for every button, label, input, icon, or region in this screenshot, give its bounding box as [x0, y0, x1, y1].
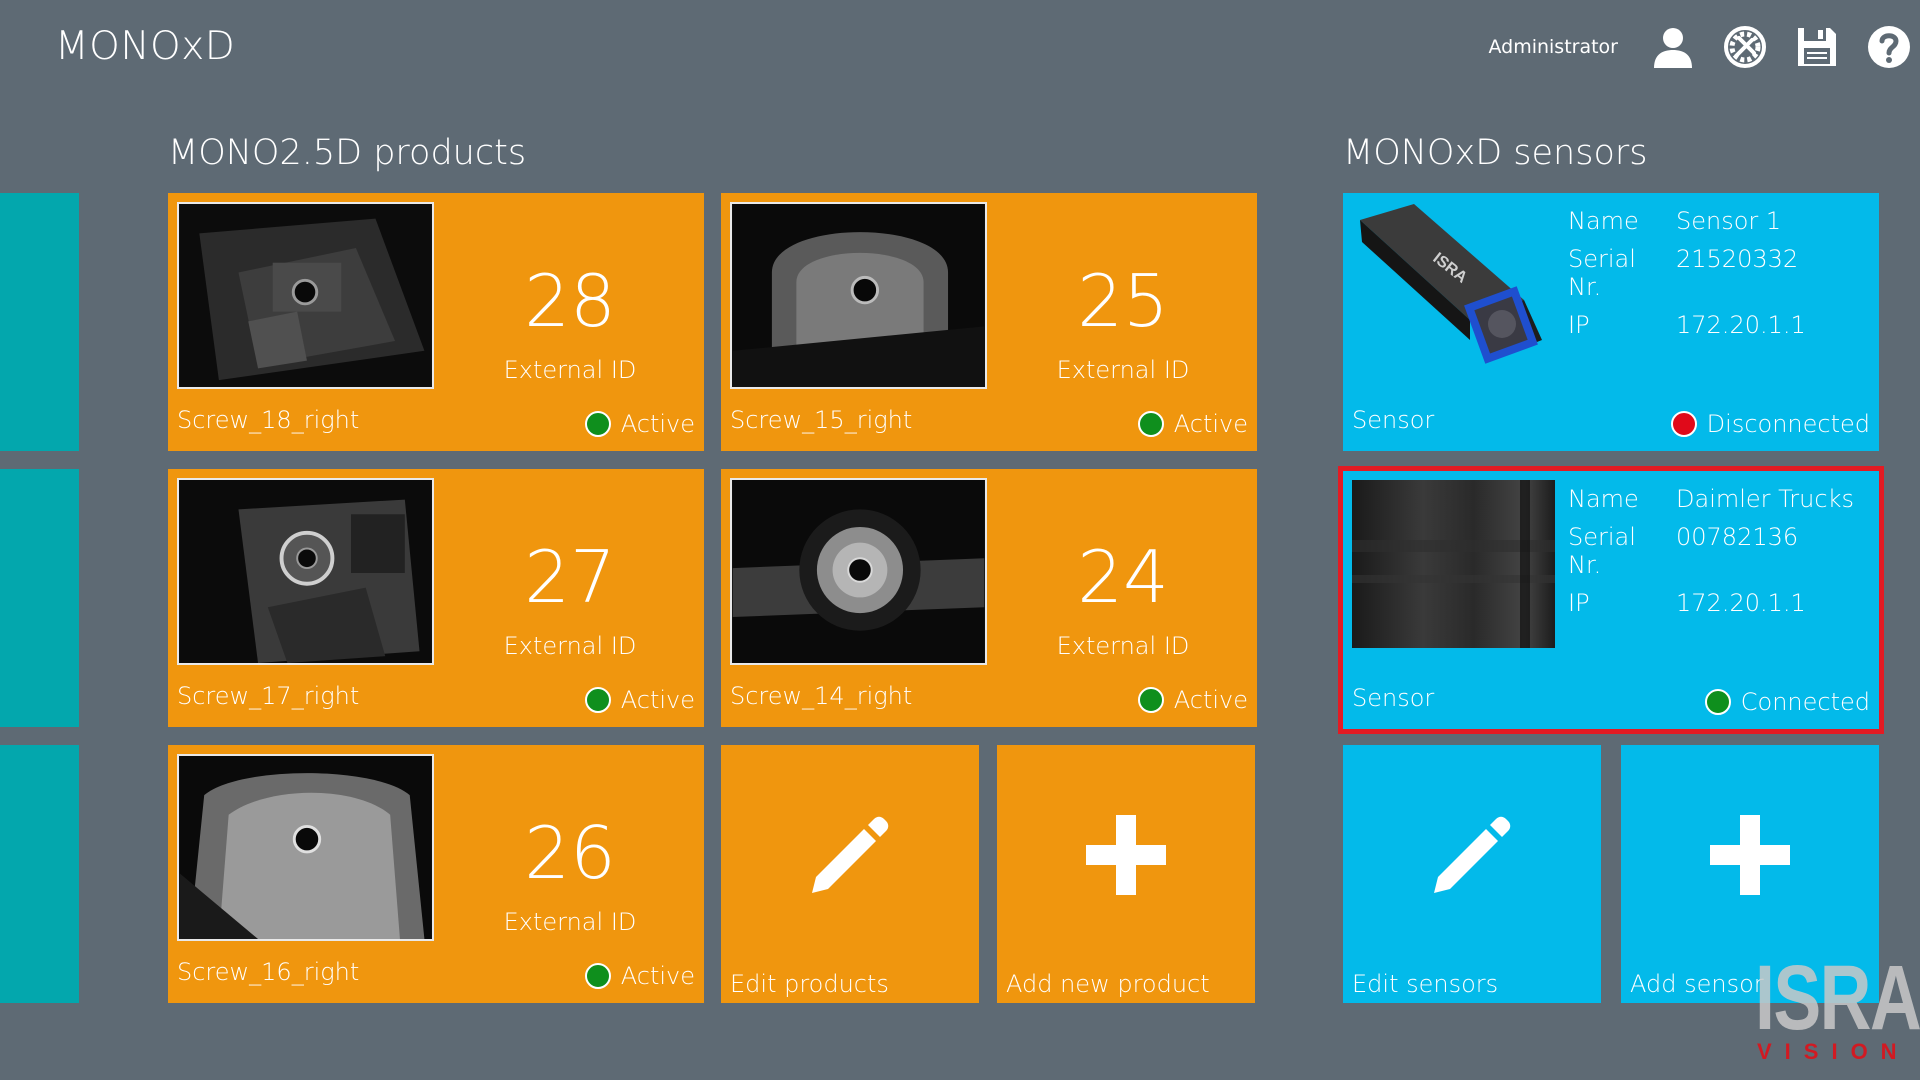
external-id-value: 24 — [1077, 535, 1169, 619]
status-text: Active — [620, 962, 695, 990]
external-id-caption: External ID — [1056, 356, 1190, 384]
status-text: Active — [620, 410, 695, 438]
product-tile[interactable]: 24 External ID Screw_14_right Active — [721, 469, 1257, 727]
product-tile[interactable]: 27 External ID Screw_17_right Active — [168, 469, 704, 727]
external-id-caption: External ID — [503, 356, 637, 384]
app-title: MONOxD — [55, 24, 236, 69]
product-status: Active — [1137, 686, 1248, 714]
external-id-caption: External ID — [503, 908, 637, 936]
product-name: Screw_14_right — [730, 682, 913, 710]
edit-sensors-label: Edit sensors — [1352, 970, 1499, 998]
sensor-ip: 172.20.1.1 — [1676, 311, 1806, 339]
plus-icon — [1710, 815, 1790, 895]
external-id-value: 26 — [524, 811, 616, 895]
product-name: Screw_15_right — [730, 406, 913, 434]
sensor-label: Sensor — [1352, 406, 1435, 434]
product-tile[interactable]: 25 External ID Screw_15_right Active — [721, 193, 1257, 451]
product-image — [177, 202, 434, 389]
product-tile[interactable]: 28 External ID Screw_18_right Active — [168, 193, 704, 451]
product-image — [177, 754, 434, 941]
status-text: Disconnected — [1706, 410, 1870, 438]
edit-sensors-button[interactable]: Edit sensors — [1343, 745, 1601, 1003]
product-status: Active — [584, 962, 695, 990]
brand-sub: VISION — [1757, 1039, 1910, 1064]
status-text: Active — [1173, 410, 1248, 438]
side-tile[interactable] — [0, 745, 79, 1003]
user-icon[interactable] — [1648, 22, 1698, 72]
status-text: Active — [620, 686, 695, 714]
product-name: Screw_16_right — [177, 958, 360, 986]
product-name: Screw_17_right — [177, 682, 360, 710]
sensors-title: MONOxD sensors — [1343, 133, 1648, 173]
user-name[interactable]: Administrator — [1488, 36, 1618, 58]
sensor-serial: 21520332 — [1676, 245, 1799, 273]
product-image — [730, 478, 987, 665]
selection-highlight — [1338, 466, 1884, 734]
product-status: Active — [584, 410, 695, 438]
plus-icon — [1086, 815, 1166, 895]
product-status: Active — [1137, 410, 1248, 438]
status-dot — [1137, 687, 1164, 713]
sensor-tile[interactable]: ISRA Name Sensor 1 Serial Nr. 21520332 I… — [1343, 193, 1879, 451]
add-product-label: Add new product — [1006, 970, 1210, 998]
product-tile[interactable]: 26 External ID Screw_16_right Active — [168, 745, 704, 1003]
add-product-button[interactable]: Add new product — [997, 745, 1255, 1003]
sensor-image: ISRA — [1352, 202, 1555, 370]
product-status: Active — [584, 686, 695, 714]
name-label: Name — [1568, 207, 1639, 235]
sensor-details: Name Sensor 1 Serial Nr. 21520332 IP 172… — [1568, 207, 1806, 339]
help-icon[interactable] — [1864, 22, 1914, 72]
save-icon[interactable] — [1792, 22, 1842, 72]
isra-vision-logo: ISRA VISION — [1755, 947, 1920, 1064]
serial-label: Serial Nr. — [1568, 245, 1636, 301]
tools-icon[interactable] — [1720, 22, 1770, 72]
products-title: MONO2.5D products — [168, 133, 527, 173]
product-image — [730, 202, 987, 389]
status-dot — [1670, 411, 1697, 437]
external-id-caption: External ID — [1056, 632, 1190, 660]
product-name: Screw_18_right — [177, 406, 360, 434]
edit-products-label: Edit products — [730, 970, 889, 998]
side-tile[interactable] — [0, 193, 79, 451]
product-image — [177, 478, 434, 665]
external-id-caption: External ID — [503, 632, 637, 660]
sensor-status: Disconnected — [1670, 410, 1870, 438]
external-id-value: 25 — [1077, 259, 1169, 343]
add-sensor-label: Add sensor — [1630, 970, 1764, 998]
status-dot — [584, 411, 611, 437]
external-id-value: 27 — [524, 535, 616, 619]
topbar: Administrator — [1488, 20, 1914, 74]
pencil-icon — [1434, 816, 1511, 893]
external-id-value: 28 — [524, 259, 616, 343]
status-text: Active — [1173, 686, 1248, 714]
pencil-icon — [812, 816, 889, 893]
status-dot — [584, 687, 611, 713]
side-tile[interactable] — [0, 469, 79, 727]
brand-name: ISRA — [1755, 947, 1920, 1049]
edit-products-button[interactable]: Edit products — [721, 745, 979, 1003]
status-dot — [584, 963, 611, 989]
status-dot — [1137, 411, 1164, 437]
sensor-name: Sensor 1 — [1676, 207, 1782, 235]
ip-label: IP — [1568, 311, 1590, 339]
